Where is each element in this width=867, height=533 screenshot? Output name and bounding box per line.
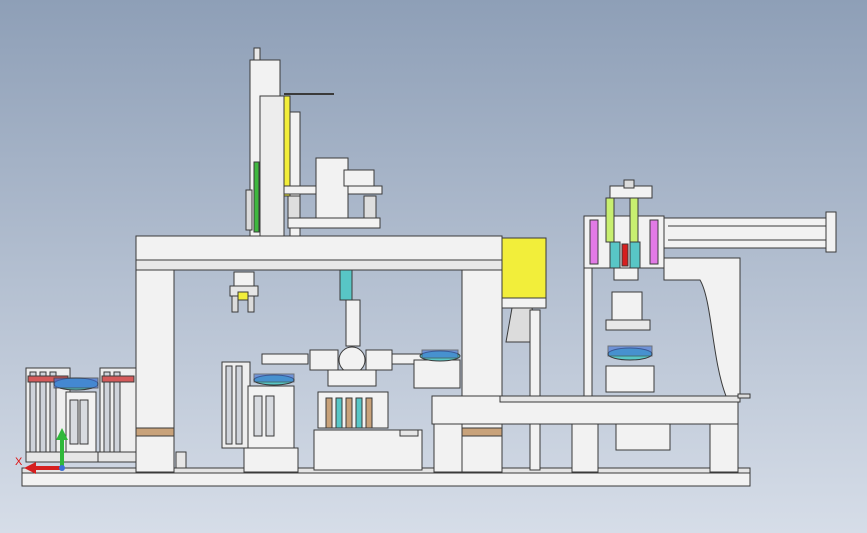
base-plate: [21, 471, 751, 487]
right-column: [461, 269, 503, 473]
cad-viewport[interactable]: X: [0, 0, 867, 533]
rotary-table: [338, 346, 366, 374]
gantry-top-beam: [135, 235, 503, 261]
left-feeder-a: [25, 367, 107, 463]
left-feeder-b: [97, 367, 139, 463]
tray-station-right: [413, 349, 461, 389]
x-axis-label: X: [15, 456, 23, 468]
horizontal-linear-axis: [663, 217, 835, 249]
left-column: [135, 269, 175, 473]
green-sensor-strip: [253, 161, 260, 233]
yellow-rail: [283, 95, 291, 197]
machine-drawing: [0, 0, 867, 533]
